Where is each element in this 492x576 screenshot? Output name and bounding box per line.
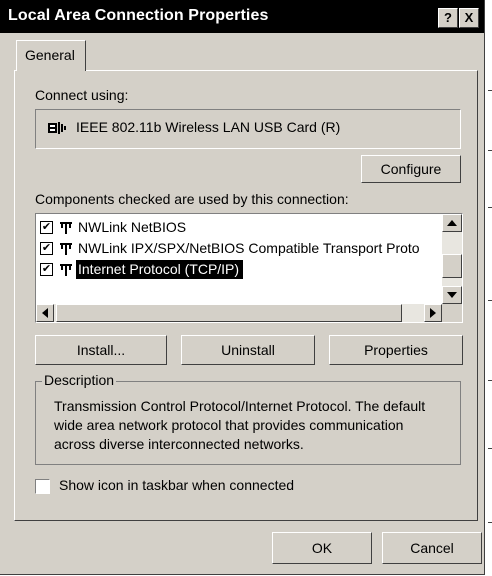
component-checkbox[interactable]: ✔	[40, 263, 53, 276]
close-button[interactable]: X	[459, 8, 479, 28]
component-label: Internet Protocol (TCP/IP)	[76, 260, 244, 279]
description-line-1: Transmission Control Protocol/Internet P…	[54, 398, 426, 414]
description-group: Description Transmission Control Protoco…	[35, 372, 461, 465]
device-box: IEEE 802.11b Wireless LAN USB Card (R)	[35, 109, 461, 149]
protocol-icon	[60, 264, 72, 276]
scroll-thumb-horizontal[interactable]	[56, 304, 402, 322]
protocol-icon	[60, 243, 72, 255]
title-bar[interactable]: Local Area Connection Properties ? X	[0, 0, 484, 33]
show-icon-label[interactable]: Show icon in taskbar when connected	[59, 477, 294, 493]
general-panel: Connect using: IEEE 802.11b Wireless LAN…	[14, 70, 478, 521]
components-label: Components checked are used by this conn…	[35, 191, 349, 207]
scroll-left-button[interactable]	[36, 304, 54, 322]
network-adapter-icon	[48, 122, 66, 134]
configure-button[interactable]: Configure	[361, 155, 461, 183]
tab-general-label: General	[25, 47, 75, 63]
properties-button[interactable]: Properties	[329, 335, 463, 365]
tab-general[interactable]: General	[16, 40, 86, 71]
background-mark	[488, 207, 492, 208]
background-mark	[488, 90, 492, 91]
arrow-left-icon	[42, 308, 48, 318]
scroll-down-button[interactable]	[442, 286, 462, 304]
window-title: Local Area Connection Properties	[8, 7, 269, 24]
ok-button[interactable]: OK	[272, 532, 372, 564]
uninstall-button[interactable]: Uninstall	[181, 335, 315, 365]
component-label: NWLink IPX/SPX/NetBIOS Compatible Transp…	[78, 240, 420, 256]
show-icon-checkbox[interactable]	[35, 479, 50, 494]
component-checkbox[interactable]: ✔	[40, 242, 53, 255]
connect-using-label: Connect using:	[35, 87, 129, 103]
scrollbar-corner	[442, 304, 462, 322]
device-name: IEEE 802.11b Wireless LAN USB Card (R)	[76, 119, 341, 135]
properties-dialog: Local Area Connection Properties ? X Gen…	[0, 0, 485, 575]
background-mark	[488, 150, 492, 151]
arrow-up-icon	[447, 220, 457, 226]
protocol-icon	[60, 222, 72, 234]
description-heading: Description	[42, 372, 117, 388]
background-mark	[488, 448, 492, 449]
scroll-thumb[interactable]	[442, 254, 462, 278]
description-line-2: wide area network protocol that provides…	[54, 417, 404, 433]
arrow-down-icon	[447, 292, 457, 298]
install-button[interactable]: Install...	[35, 335, 167, 365]
background-mark	[488, 522, 492, 523]
components-list[interactable]: ✔ NWLink NetBIOS ✔ NWLink IPX/SPX/NetBIO…	[35, 213, 463, 323]
component-label: NWLink NetBIOS	[78, 219, 187, 235]
horizontal-scrollbar[interactable]	[36, 304, 442, 322]
cancel-button[interactable]: Cancel	[382, 532, 482, 564]
description-line-3: across diverse interconnected networks.	[54, 436, 304, 452]
background-mark	[488, 300, 492, 301]
arrow-right-icon	[430, 308, 436, 318]
scroll-right-button[interactable]	[424, 304, 442, 322]
help-button[interactable]: ?	[438, 8, 458, 28]
background-mark	[488, 380, 492, 381]
vertical-scrollbar[interactable]	[442, 214, 462, 304]
scroll-up-button[interactable]	[442, 214, 462, 232]
component-checkbox[interactable]: ✔	[40, 221, 53, 234]
